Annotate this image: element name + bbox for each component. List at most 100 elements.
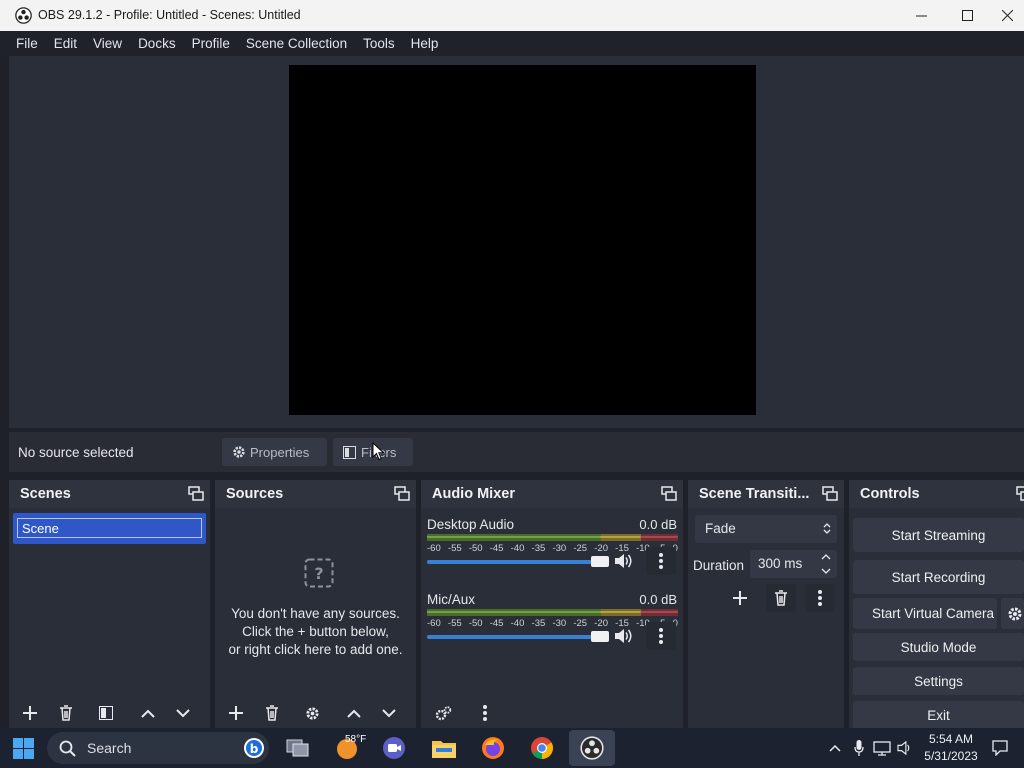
- duration-spinbox[interactable]: 300 ms: [750, 550, 837, 578]
- notification-icon: [992, 740, 1008, 756]
- menu-view[interactable]: View: [85, 36, 130, 51]
- network-tray-button[interactable]: [872, 738, 892, 758]
- tick: -55: [447, 618, 462, 629]
- move-source-down-button[interactable]: [373, 700, 405, 726]
- virtual-camera-config-button[interactable]: [1001, 598, 1024, 629]
- start-recording-button[interactable]: Start Recording: [853, 560, 1024, 594]
- volume-slider[interactable]: [427, 556, 609, 567]
- move-scene-down-button[interactable]: [167, 700, 199, 726]
- task-view-button[interactable]: [278, 732, 318, 764]
- speaker-icon[interactable]: [614, 553, 632, 569]
- undock-icon[interactable]: [1016, 486, 1024, 501]
- weather-widget[interactable]: 58°F: [328, 732, 368, 764]
- obs-app[interactable]: [569, 730, 615, 766]
- menu-tools[interactable]: Tools: [355, 36, 403, 51]
- add-transition-button[interactable]: [725, 584, 755, 612]
- menu-file[interactable]: File: [8, 36, 46, 51]
- speaker-icon[interactable]: [614, 628, 632, 644]
- menu-help[interactable]: Help: [403, 36, 447, 51]
- start-streaming-button[interactable]: Start Streaming: [853, 518, 1024, 552]
- audio-mixer-title: Audio Mixer: [432, 486, 515, 502]
- channel-name: Mic/Aux: [427, 592, 476, 607]
- file-explorer-app[interactable]: [424, 732, 464, 764]
- mixer-channel-desktop-audio: Desktop Audio 0.0 dB -60 -55 -50 -45 -40 -35-…: [427, 517, 678, 577]
- microphone-tray-button[interactable]: [849, 738, 869, 758]
- teams-app[interactable]: [374, 732, 414, 764]
- gear-icon: [305, 706, 319, 720]
- trash-icon: [775, 590, 787, 606]
- volume-meter: [427, 534, 678, 541]
- settings-label: Settings: [914, 673, 963, 689]
- speaker-icon: [897, 741, 910, 755]
- settings-button[interactable]: Settings: [853, 667, 1024, 695]
- plus-icon: [23, 706, 37, 720]
- clock[interactable]: 5:54 AM 5/31/2023: [921, 731, 981, 765]
- advanced-audio-properties-button[interactable]: [427, 700, 459, 726]
- show-hidden-icons-button[interactable]: [825, 738, 845, 758]
- taskbar-search-box[interactable]: Search b: [47, 732, 269, 764]
- minimize-button[interactable]: [898, 0, 944, 31]
- slider-thumb[interactable]: [591, 631, 609, 642]
- menu-scene-collection[interactable]: Scene Collection: [238, 36, 355, 51]
- studio-mode-button[interactable]: Studio Mode: [853, 633, 1024, 661]
- undock-icon[interactable]: [188, 486, 204, 501]
- channel-level: 0.0 dB: [639, 517, 677, 532]
- tick: -25: [573, 618, 588, 629]
- scene-filters-button[interactable]: [90, 700, 122, 726]
- gear-icon: [1008, 607, 1022, 620]
- menu-docks[interactable]: Docks: [130, 36, 184, 51]
- tick: -35: [531, 618, 546, 629]
- properties-button[interactable]: Properties: [222, 438, 327, 466]
- remove-transition-button[interactable]: [766, 584, 796, 612]
- windows-start-icon[interactable]: [13, 738, 34, 759]
- undock-icon[interactable]: [394, 486, 410, 501]
- spin-arrows-icon[interactable]: [821, 553, 831, 575]
- scene-name: Scene: [17, 518, 202, 538]
- maximize-button[interactable]: [944, 0, 990, 31]
- volume-tray-button[interactable]: [895, 738, 915, 758]
- minimize-icon: [915, 15, 927, 17]
- more-icon: [659, 553, 663, 569]
- remove-source-button[interactable]: [256, 700, 288, 726]
- channel-menu-button[interactable]: [646, 547, 676, 575]
- move-source-up-button[interactable]: [338, 700, 370, 726]
- preview-canvas[interactable]: [289, 65, 756, 415]
- plus-icon: [229, 706, 243, 720]
- task-view-icon: [286, 739, 309, 757]
- start-streaming-label: Start Streaming: [891, 527, 986, 543]
- menu-profile[interactable]: Profile: [184, 36, 238, 51]
- bing-icon: b: [244, 738, 264, 758]
- close-button[interactable]: [990, 0, 1024, 31]
- more-icon: [483, 705, 487, 721]
- mixer-toolbar: [421, 698, 683, 728]
- firefox-app[interactable]: [473, 732, 513, 764]
- notifications-button[interactable]: [990, 738, 1010, 758]
- scene-list-item[interactable]: Scene: [13, 513, 206, 544]
- add-scene-button[interactable]: [14, 700, 46, 726]
- mixer-menu-button[interactable]: [469, 700, 501, 726]
- slider-thumb[interactable]: [591, 556, 609, 567]
- empty-line-1: You don't have any sources.: [231, 606, 400, 621]
- menu-edit[interactable]: Edit: [46, 36, 85, 51]
- volume-slider[interactable]: [427, 631, 609, 642]
- weather-temp: 58°F: [345, 734, 367, 745]
- gear-icon: [233, 446, 245, 458]
- remove-scene-button[interactable]: [50, 700, 82, 726]
- scenes-toolbar: [9, 698, 210, 728]
- undock-icon[interactable]: [661, 486, 677, 501]
- add-source-button[interactable]: [220, 700, 252, 726]
- chrome-app[interactable]: [522, 732, 562, 764]
- source-properties-button[interactable]: [296, 700, 328, 726]
- start-virtual-camera-button[interactable]: Start Virtual Camera: [853, 598, 997, 629]
- question-icon: ?: [304, 558, 334, 588]
- tick: -25: [573, 543, 588, 554]
- transition-select[interactable]: Fade: [695, 515, 837, 543]
- filter-icon: [99, 706, 113, 720]
- sources-empty-message[interactable]: You don't have any sources. Click the + …: [215, 605, 416, 659]
- close-icon: [1001, 10, 1013, 21]
- undock-icon[interactable]: [822, 486, 838, 501]
- channel-menu-button[interactable]: [646, 622, 676, 650]
- transition-menu-button[interactable]: [805, 584, 835, 612]
- move-scene-up-button[interactable]: [132, 700, 164, 726]
- exit-button[interactable]: Exit: [853, 701, 1024, 729]
